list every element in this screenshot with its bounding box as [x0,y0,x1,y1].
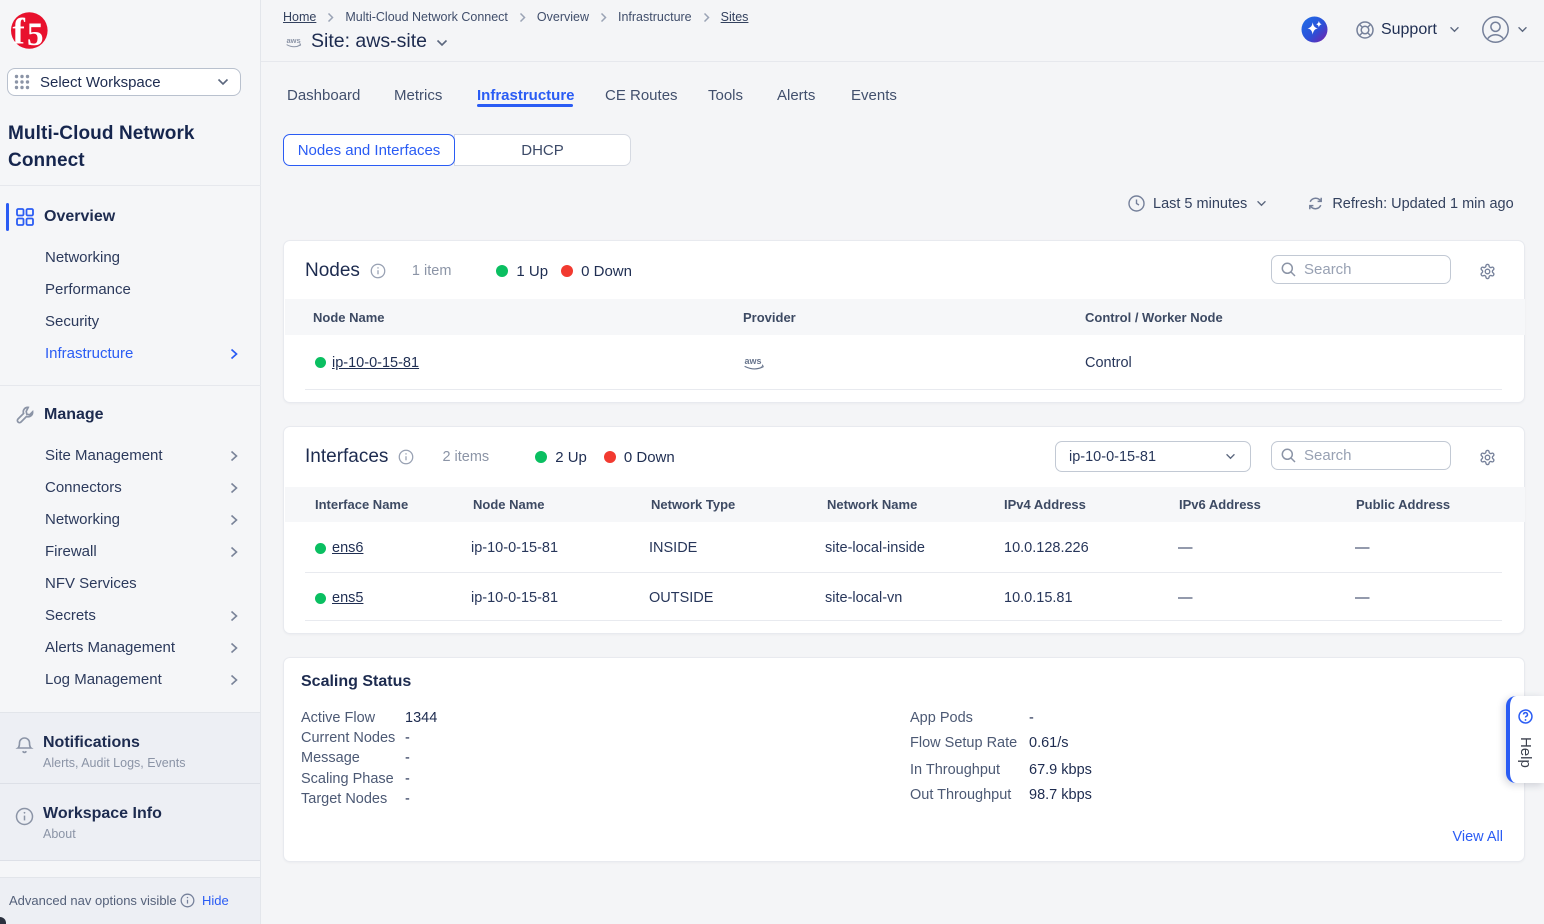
svg-text:aws: aws [287,36,301,45]
svg-text:aws: aws [745,356,762,366]
svg-text:f: f [13,12,26,53]
svg-text:5: 5 [27,17,44,52]
